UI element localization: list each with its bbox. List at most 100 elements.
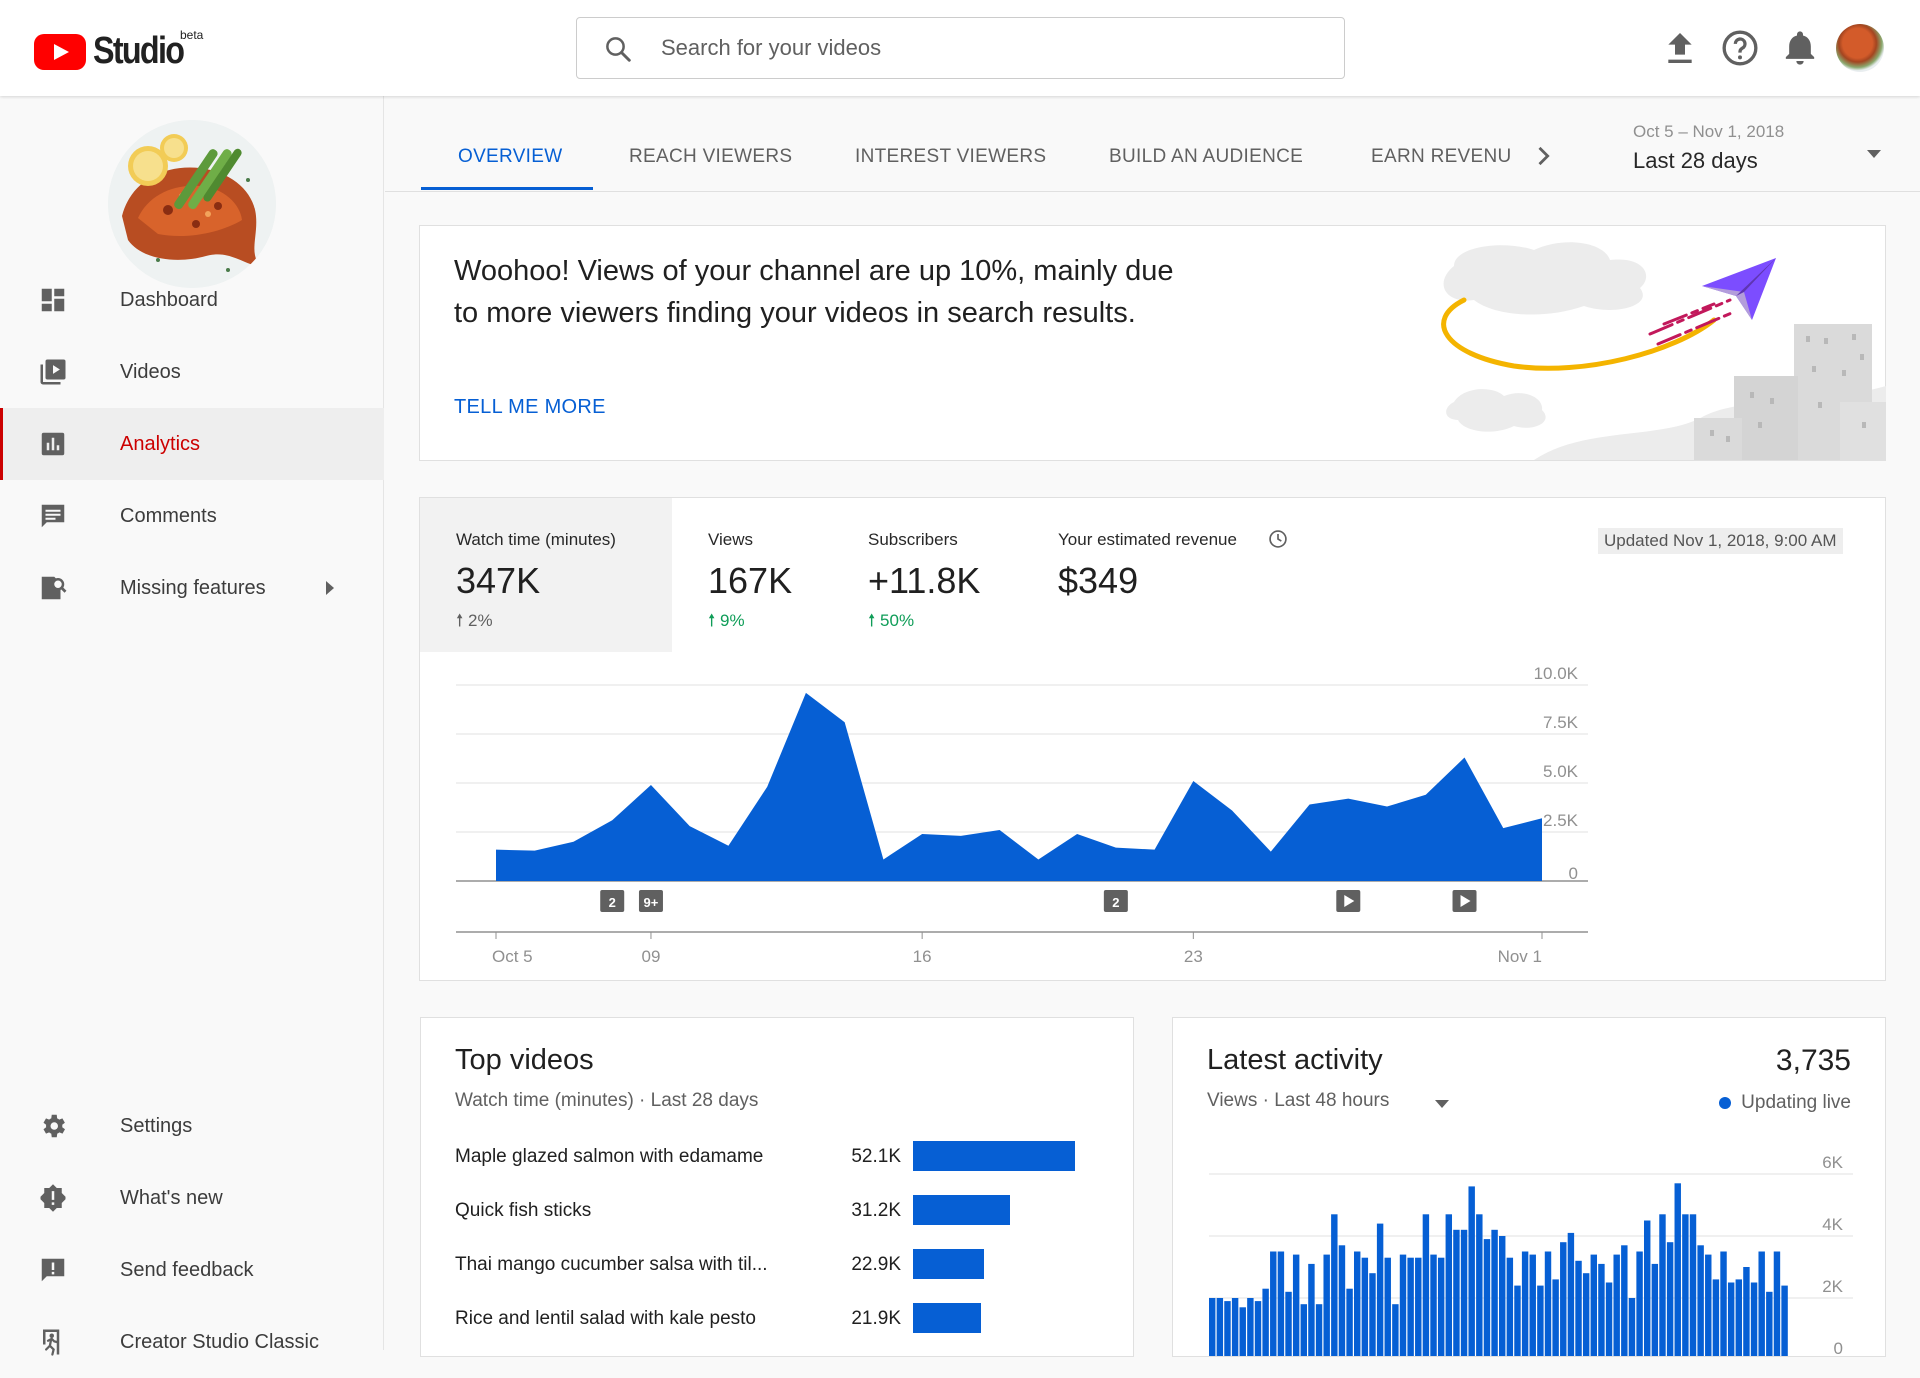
comment-icon [41, 504, 65, 528]
video-marker[interactable]: 2 [1103, 890, 1128, 912]
activity-bar [1773, 1251, 1781, 1356]
activity-bar [1590, 1254, 1598, 1356]
top-video-row[interactable]: Thai mango cucumber salsa with til... 22.… [455, 1246, 1105, 1286]
help-icon[interactable] [1720, 28, 1760, 68]
metric-estimated-revenue[interactable]: Your estimated revenue $349 [1022, 498, 1302, 652]
metric-value: 347K [456, 560, 541, 601]
activity-bar [1560, 1242, 1567, 1356]
chevron-right-icon[interactable] [1529, 142, 1557, 170]
sidebar-item-label: Settings [120, 1114, 193, 1137]
video-library-icon [40, 359, 66, 385]
metric-delta: 🠕 50% [868, 611, 915, 630]
logo-text: Studio [93, 30, 185, 72]
tab-build-an-audience[interactable]: BUILD AN AUDIENCE [1109, 146, 1303, 168]
metric-label: Watch time (minutes) [456, 530, 616, 549]
activity-bar [1697, 1245, 1704, 1356]
video-marker[interactable]: 9+ [638, 890, 663, 912]
top-video-row[interactable]: Quick fish sticks 31.2K [455, 1192, 1105, 1232]
date-range-period: Last 28 days [1633, 148, 1758, 173]
sidebar-item-label: Send feedback [120, 1258, 254, 1281]
activity-bar [1209, 1298, 1216, 1356]
clock-icon[interactable] [1268, 529, 1288, 549]
watch-time-chart[interactable]: 0 2.5K 5.0K 7.5K 10.0K 2 9+ 2 Oct 5 09 16 23 Nov 1 [420, 652, 1885, 980]
y-tick-label: 2K [1822, 1277, 1843, 1296]
sidebar-item-whats-new[interactable]: What's new [0, 1162, 384, 1234]
activity-bar [1781, 1285, 1788, 1356]
activity-bar [1506, 1257, 1514, 1356]
metric-label: Your estimated revenue [1058, 530, 1237, 549]
gear-icon [43, 1114, 65, 1138]
tell-me-more-link[interactable]: TELL ME MORE [454, 396, 606, 419]
card-subtitle: Watch time (minutes) · Last 28 days [455, 1090, 759, 1111]
account-avatar[interactable] [1836, 24, 1884, 72]
y-tick-label: 6K [1822, 1153, 1843, 1172]
metric-subscribers[interactable]: Subscribers +11.8K 🠕 50% [832, 498, 1022, 652]
tab-reach-viewers[interactable]: REACH VIEWERS [629, 146, 792, 168]
tab-interest-viewers[interactable]: INTEREST VIEWERS [855, 146, 1046, 168]
activity-bar [1705, 1254, 1712, 1356]
channel-avatar-image [108, 120, 276, 288]
metric-label: Views [708, 530, 754, 549]
video-bar [913, 1303, 981, 1333]
metric-delta: 🠕 9% [708, 611, 745, 630]
top-video-row[interactable]: Maple glazed salmon with edamame 52.1K [455, 1138, 1105, 1178]
sidebar-item-creator-studio-classic[interactable]: Creator Studio Classic [0, 1306, 384, 1378]
activity-bar [1430, 1254, 1437, 1356]
sidebar-item-settings[interactable]: Settings [0, 1090, 384, 1162]
video-title: Quick fish sticks [455, 1200, 592, 1221]
video-marker-play-icon[interactable] [1452, 890, 1477, 912]
chevron-down-icon[interactable] [1435, 1100, 1449, 1108]
activity-bar [1621, 1245, 1628, 1356]
notifications-icon[interactable] [1780, 28, 1820, 68]
search-icon[interactable] [603, 34, 633, 64]
activity-bar [1636, 1251, 1643, 1356]
tab-earn-revenue[interactable]: EARN REVENU [1371, 146, 1512, 168]
video-watch-time: 21.9K [851, 1308, 901, 1329]
video-marker[interactable]: 2 [600, 890, 625, 912]
activity-bar [1521, 1251, 1529, 1356]
sidebar: Dashboard Videos Analytics Comments Miss… [0, 96, 384, 1356]
sidebar-item-label: Dashboard [120, 288, 218, 311]
sidebar-item-dashboard[interactable]: Dashboard [0, 264, 384, 336]
activity-bar [1598, 1263, 1605, 1356]
activity-bar [1575, 1260, 1582, 1356]
activity-bar [1727, 1282, 1735, 1356]
sidebar-item-send-feedback[interactable]: Send feedback [0, 1234, 384, 1306]
arrow-up-icon: 🠕 [868, 611, 881, 630]
studio-logo[interactable]: Studio beta [34, 28, 203, 73]
activity-bar [1239, 1307, 1246, 1356]
activity-bar [1582, 1273, 1590, 1356]
top-video-row[interactable]: Rice and lentil salad with kale pesto 21.… [455, 1300, 1105, 1340]
latest-activity-chart[interactable]: 0 2K 4K 6K [1173, 1144, 1885, 1356]
activity-bar [1285, 1291, 1292, 1356]
sidebar-item-label: What's new [120, 1186, 223, 1209]
metric-views[interactable]: Views 167K 🠕 9% [672, 498, 832, 652]
sidebar-item-videos[interactable]: Videos [0, 336, 384, 408]
activity-bar [1216, 1298, 1224, 1356]
activity-bar [1735, 1279, 1743, 1356]
card-subtitle[interactable]: Views · Last 48 hours [1207, 1090, 1389, 1112]
y-tick-label: 0 [1834, 1339, 1843, 1356]
video-title: Thai mango cucumber salsa with til... [455, 1254, 768, 1275]
metric-watch-time[interactable]: Watch time (minutes) 347K 🠕 2% [420, 498, 672, 652]
metric-value: 167K [708, 560, 793, 601]
metric-value: +11.8K [868, 560, 981, 601]
sidebar-item-missing-features[interactable]: Missing features [0, 552, 384, 624]
video-marker-play-icon[interactable] [1336, 890, 1361, 912]
y-tick-label: 7.5K [1543, 713, 1579, 732]
activity-bar [1750, 1282, 1758, 1356]
y-tick-label: 4K [1822, 1215, 1843, 1234]
sidebar-item-comments[interactable]: Comments [0, 480, 384, 552]
missing-features-icon [41, 576, 67, 600]
sidebar-item-analytics[interactable]: Analytics [0, 408, 384, 480]
x-tick-label: Oct 5 [492, 947, 533, 966]
search-input[interactable] [661, 18, 1321, 78]
activity-bar [1613, 1254, 1620, 1356]
x-tick-label: 23 [1184, 947, 1203, 966]
sidebar-item-label: Comments [120, 504, 217, 527]
channel-avatar[interactable] [108, 120, 276, 288]
tab-overview[interactable]: OVERVIEW [458, 146, 562, 168]
upload-icon[interactable] [1660, 28, 1700, 68]
last-updated-badge: Updated Nov 1, 2018, 9:00 AM [1598, 528, 1843, 554]
sidebar-item-label: Missing features [120, 576, 266, 599]
